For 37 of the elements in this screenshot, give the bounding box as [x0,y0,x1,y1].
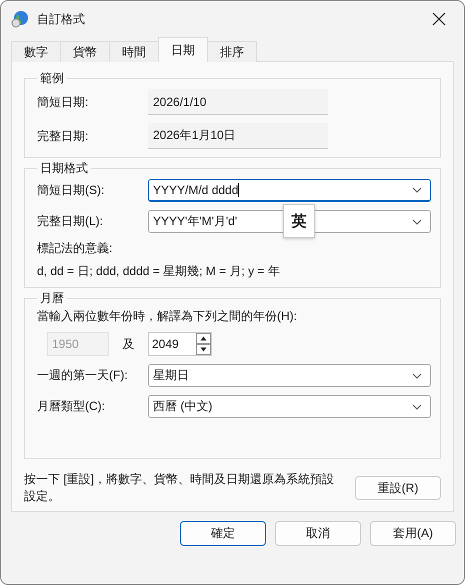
reset-button[interactable]: 重設(R) [355,476,441,500]
dropdown-field[interactable]: 星期日 [148,364,431,387]
chevron-icon [412,372,422,378]
tab[interactable]: 數字 [11,41,61,62]
tab[interactable]: 日期 [158,37,208,62]
field-label: 完整日期(L): [37,213,104,230]
dialog-button[interactable]: 取消 [275,521,361,546]
field-label: 完整日期: [37,128,90,144]
chevron-icon [412,187,422,193]
and-label: 及 [122,336,136,352]
tab[interactable]: 時間 [109,41,159,62]
readonly-field: 2026年1月10日 [148,123,328,149]
notation-text: d, dd = 日; ddd, dddd = 星期幾; M = 月; y = 年 [37,264,281,279]
chevron-icon [412,218,422,224]
close-icon [432,12,446,26]
ime-indicator: 英 [283,204,315,238]
field-label: 月曆類型(C): [37,398,106,415]
globe-icon [11,10,29,28]
group-title: 範例 [39,70,65,87]
dropdown-field[interactable]: YYYY/M/d dddd [148,179,431,202]
group-title: 月曆 [39,290,65,307]
field-label: 簡短日期: [37,94,90,110]
tab[interactable]: 貨幣 [60,41,110,62]
window-title: 自訂格式 [37,10,86,28]
dropdown-field[interactable]: 西曆 (中文) [148,395,431,418]
dialog-button[interactable]: 確定 [180,521,266,546]
instruction-text: 當輸入兩位數年份時，解譯為下列之間的年份(H): [37,309,298,324]
field-label: 一週的第一天(F): [37,367,129,384]
tab[interactable]: 排序 [207,41,257,62]
readonly-field: 2026/1/10 [148,89,328,115]
group-title: 日期格式 [39,160,89,177]
chevron-icon [412,404,422,410]
year-spinner[interactable]: 2049 [148,332,212,356]
notation-title: 標記法的意義: [37,241,114,256]
dialog-button[interactable]: 套用(A) [370,521,456,546]
reset-note: 按一下 [重設]，將數字、貨幣、時間及日期還原為系統預設設定。 [24,471,336,505]
field-label: 簡短日期(S): [37,182,106,199]
